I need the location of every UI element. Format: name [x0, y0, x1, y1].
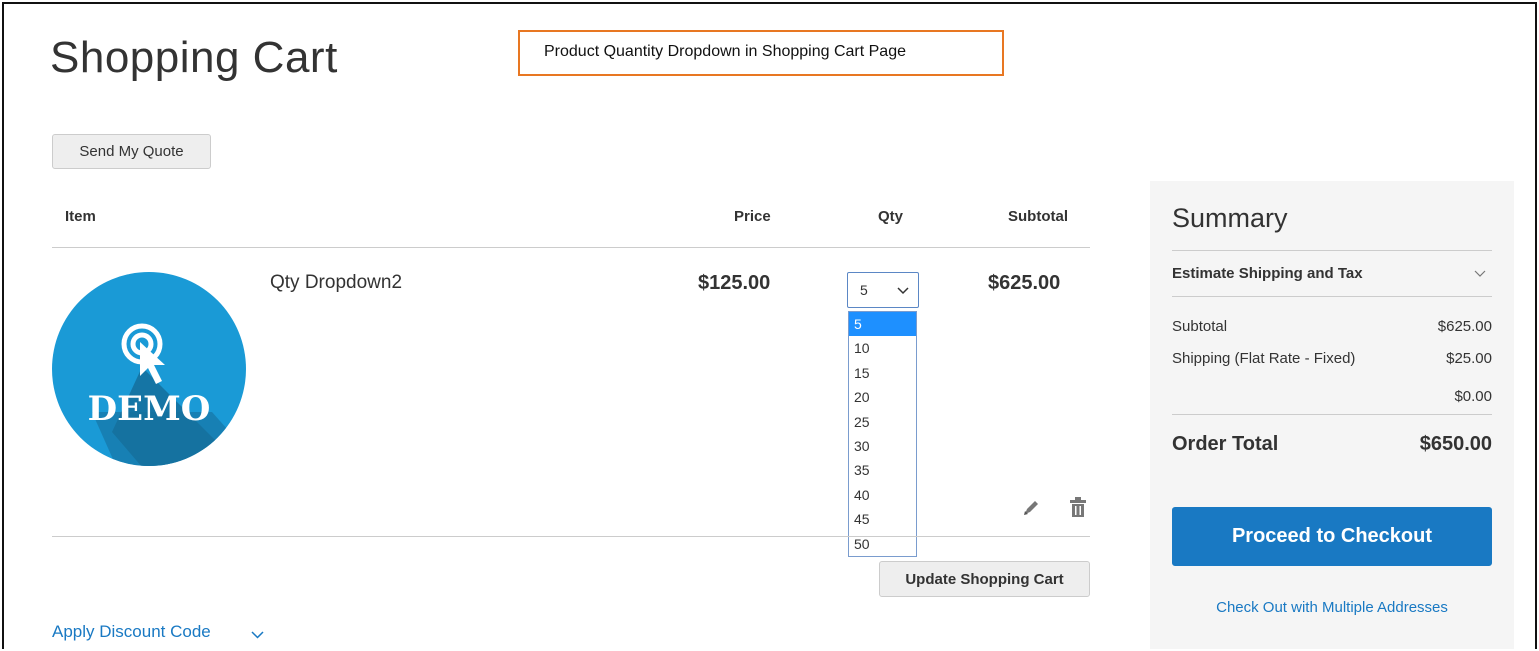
qty-option[interactable]: 25 — [849, 410, 916, 434]
qty-option[interactable]: 45 — [849, 507, 916, 531]
estimate-shipping-toggle[interactable]: Estimate Shipping and Tax — [1172, 265, 1363, 282]
table-row-divider — [52, 536, 1090, 537]
qty-option[interactable]: 40 — [849, 483, 916, 507]
qty-option[interactable]: 15 — [849, 361, 916, 385]
trash-icon[interactable] — [1069, 496, 1087, 518]
table-header-divider — [52, 247, 1090, 248]
product-name[interactable]: Qty Dropdown2 — [270, 272, 402, 294]
summary-divider — [1172, 250, 1492, 251]
chevron-down-icon[interactable] — [251, 631, 264, 639]
summary-title: Summary — [1172, 203, 1288, 233]
column-header-subtotal: Subtotal — [1008, 208, 1068, 225]
qty-option[interactable]: 5 — [849, 312, 916, 337]
qty-options-list[interactable]: 5 10 15 20 25 30 35 40 45 50 — [848, 311, 917, 557]
proceed-to-checkout-button[interactable]: Proceed to Checkout — [1172, 507, 1492, 566]
summary-shipping-value: $25.00 — [1446, 350, 1492, 367]
qty-option[interactable]: 30 — [849, 434, 916, 458]
summary-subtotal-label: Subtotal — [1172, 318, 1228, 335]
qty-option[interactable]: 35 — [849, 458, 916, 482]
pencil-icon[interactable] — [1021, 498, 1041, 518]
chevron-down-icon — [897, 287, 909, 295]
column-header-price: Price — [734, 208, 771, 225]
summary-divider — [1172, 414, 1492, 415]
send-quote-button[interactable]: Send My Quote — [52, 134, 211, 169]
order-total-value: $650.00 — [1419, 433, 1492, 455]
chevron-down-icon[interactable] — [1474, 270, 1486, 277]
summary-panel: Summary Estimate Shipping and Tax Subtot… — [1150, 181, 1514, 649]
summary-tax-value: $0.00 — [1454, 388, 1492, 405]
multi-address-checkout-link[interactable]: Check Out with Multiple Addresses — [1150, 599, 1514, 616]
qty-option[interactable]: 20 — [849, 385, 916, 409]
item-subtotal: $625.00 — [988, 272, 1061, 294]
product-image[interactable]: DEMO — [52, 272, 246, 466]
qty-selected-value: 5 — [860, 282, 868, 298]
apply-discount-toggle[interactable]: Apply Discount Code — [52, 622, 211, 642]
page-frame: Shopping Cart Product Quantity Dropdown … — [2, 2, 1537, 649]
column-header-item: Item — [65, 208, 96, 225]
demo-text: DEMO — [88, 389, 211, 429]
summary-divider — [1172, 296, 1492, 297]
annotation-callout: Product Quantity Dropdown in Shopping Ca… — [518, 30, 1004, 76]
summary-shipping-label: Shipping (Flat Rate - Fixed) — [1172, 350, 1356, 367]
qty-option[interactable]: 10 — [849, 336, 916, 360]
order-total-label: Order Total — [1172, 433, 1279, 455]
column-header-qty: Qty — [878, 208, 904, 225]
item-price: $125.00 — [698, 272, 771, 294]
page-title: Shopping Cart — [50, 33, 338, 82]
summary-subtotal-value: $625.00 — [1437, 318, 1492, 335]
update-cart-button[interactable]: Update Shopping Cart — [879, 561, 1090, 597]
